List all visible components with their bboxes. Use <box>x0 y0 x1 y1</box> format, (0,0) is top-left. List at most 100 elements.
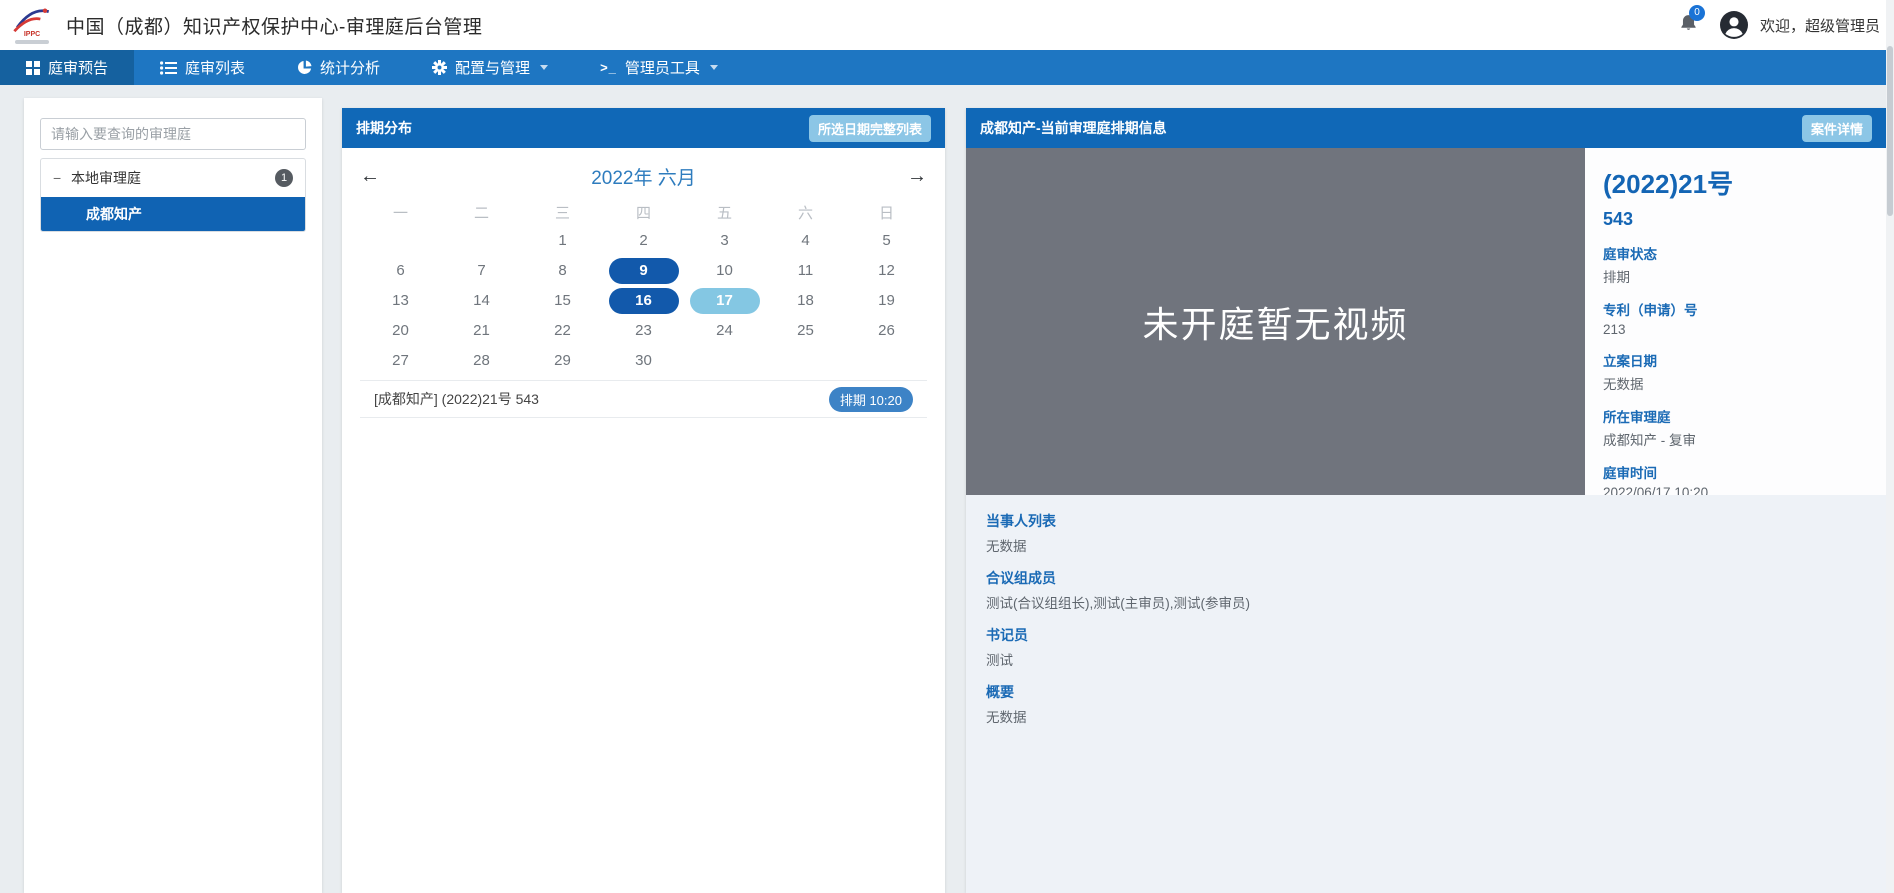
calendar-day[interactable]: 6 <box>366 258 436 284</box>
calendar-empty-cell <box>366 228 436 254</box>
court-panel-title: 成都知产-当前审理庭排期信息 <box>980 118 1167 138</box>
calendar-day[interactable]: 9 <box>609 258 679 284</box>
tree-root-label: 本地审理庭 <box>71 168 141 188</box>
field-label: 书记员 <box>986 625 1866 645</box>
courtroom-sidebar: − 本地审理庭 1 成都知产 <box>24 98 322 893</box>
case-info-sidebar: (2022)21号 543 庭审状态排期专利（申请）号213立案日期无数据所在审… <box>1585 148 1886 495</box>
tab-admin-tools[interactable]: >_管理员工具 <box>574 50 744 85</box>
calendar-empty-cell <box>447 228 517 254</box>
welcome-text: 欢迎，超级管理员 <box>1760 15 1880 36</box>
calendar-grid: 1234567891011121314151617181920212223242… <box>360 226 927 376</box>
calendar-day[interactable]: 1 <box>528 228 598 254</box>
field-value: 无数据 <box>986 535 1866 555</box>
gear-icon <box>432 60 447 75</box>
calendar-day[interactable]: 20 <box>366 318 436 344</box>
calendar-empty-cell <box>690 348 760 374</box>
calendar-day[interactable]: 21 <box>447 318 517 344</box>
calendar-day[interactable]: 23 <box>609 318 679 344</box>
calendar-day[interactable]: 3 <box>690 228 760 254</box>
calendar-day[interactable]: 25 <box>771 318 841 344</box>
calendar-day[interactable]: 4 <box>771 228 841 254</box>
logo-subtext-decoration <box>15 40 49 44</box>
calendar-day[interactable]: 28 <box>447 348 517 374</box>
scrollbar-thumb[interactable] <box>1887 46 1893 216</box>
calendar-day[interactable]: 19 <box>852 288 922 314</box>
weekday-label: 日 <box>879 202 894 223</box>
field-value: 无数据 <box>1603 373 1868 393</box>
chevron-down-icon <box>710 65 718 70</box>
calendar-empty-cell <box>852 348 922 374</box>
calendar-day[interactable]: 14 <box>447 288 517 314</box>
notifications-button[interactable]: 0 <box>1679 13 1698 38</box>
calendar-weekday-row: 一二三四五六日 <box>360 198 927 226</box>
calendar-month-title: 2022年 六月 <box>360 163 927 190</box>
main-nav: 庭审预告 庭审列表 统计分析 配置与管理 >_管理员工具 <box>0 50 1894 85</box>
field-label: 所在审理庭 <box>1603 406 1868 426</box>
calendar-day[interactable]: 10 <box>690 258 760 284</box>
tab-court-list[interactable]: 庭审列表 <box>134 50 271 85</box>
calendar-empty-cell <box>771 348 841 374</box>
calendar-day[interactable]: 18 <box>771 288 841 314</box>
schedule-time-badge: 排期 10:20 <box>829 387 913 412</box>
calendar-day[interactable]: 24 <box>690 318 760 344</box>
weekday-label: 二 <box>474 202 489 223</box>
calendar-day[interactable]: 12 <box>852 258 922 284</box>
tree-item-local-courts[interactable]: − 本地审理庭 1 <box>41 159 305 197</box>
schedule-panel-title: 排期分布 <box>356 118 412 138</box>
app-header: IPPC 中国（成都）知识产权保护中心-审理庭后台管理 0 欢迎，超级管理员 <box>0 0 1894 50</box>
weekday-label: 六 <box>798 202 813 223</box>
calendar-day[interactable]: 2 <box>609 228 679 254</box>
field-value: 无数据 <box>986 706 1866 726</box>
calendar-day[interactable]: 29 <box>528 348 598 374</box>
full-date-list-button[interactable]: 所选日期完整列表 <box>809 115 931 142</box>
calendar-day[interactable]: 22 <box>528 318 598 344</box>
calendar-day[interactable]: 5 <box>852 228 922 254</box>
case-code: 543 <box>1603 209 1868 230</box>
nav-item-label: 庭审列表 <box>185 57 245 78</box>
case-number: (2022)21号 <box>1603 164 1868 201</box>
schedule-panel-header: 排期分布 所选日期完整列表 <box>342 108 945 148</box>
case-detail-button[interactable]: 案件详情 <box>1802 115 1872 142</box>
collapse-icon[interactable]: − <box>53 170 71 186</box>
nav-item-label: 庭审预告 <box>48 57 108 78</box>
tree-item-chengdu-ip[interactable]: 成都知产 <box>41 197 305 231</box>
user-avatar[interactable] <box>1720 11 1748 39</box>
field-value: 排期 <box>1603 266 1868 286</box>
calendar-day[interactable]: 16 <box>609 288 679 314</box>
field-value: 成都知产 - 复审 <box>1603 429 1868 449</box>
calendar-day[interactable]: 13 <box>366 288 436 314</box>
schedule-list-item[interactable]: [成都知产] (2022)21号 543 排期 10:20 <box>360 380 927 418</box>
court-panel-header: 成都知产-当前审理庭排期信息 案件详情 <box>966 108 1886 148</box>
current-court-panel: 成都知产-当前审理庭排期信息 案件详情 未开庭暂无视频 (2022)21号 54… <box>966 108 1886 893</box>
notification-count-badge: 0 <box>1689 5 1705 21</box>
weekday-label: 三 <box>555 202 570 223</box>
calendar-day[interactable]: 11 <box>771 258 841 284</box>
calendar-day[interactable]: 27 <box>366 348 436 374</box>
calendar-day[interactable]: 17 <box>690 288 760 314</box>
field-label: 概要 <box>986 682 1866 702</box>
count-badge: 1 <box>275 169 293 187</box>
courtroom-search-input[interactable] <box>40 118 306 150</box>
calendar-day[interactable]: 15 <box>528 288 598 314</box>
schedule-item-text: [成都知产] (2022)21号 543 <box>374 389 539 409</box>
weekday-label: 一 <box>393 202 408 223</box>
field-value: 测试 <box>986 649 1866 669</box>
tab-config-management[interactable]: 配置与管理 <box>406 50 574 85</box>
calendar-day[interactable]: 26 <box>852 318 922 344</box>
nav-item-label: 配置与管理 <box>455 57 530 78</box>
court-video-placeholder: 未开庭暂无视频 <box>966 148 1585 495</box>
field-label: 庭审时间 <box>1603 462 1868 482</box>
tab-court-preview[interactable]: 庭审预告 <box>0 50 134 85</box>
schedule-panel: 排期分布 所选日期完整列表 ← 2022年 六月 → 一二三四五六日 12345… <box>342 108 945 893</box>
bell-icon <box>1679 20 1698 37</box>
field-label: 当事人列表 <box>986 511 1866 531</box>
weekday-label: 四 <box>636 202 651 223</box>
calendar-day[interactable]: 7 <box>447 258 517 284</box>
no-video-text: 未开庭暂无视频 <box>1142 296 1408 348</box>
tab-statistics[interactable]: 统计分析 <box>271 50 406 85</box>
page-scrollbar[interactable] <box>1886 0 1894 893</box>
pie-chart-icon <box>297 60 312 75</box>
calendar-day[interactable]: 30 <box>609 348 679 374</box>
calendar-day[interactable]: 8 <box>528 258 598 284</box>
terminal-icon: >_ <box>600 60 617 75</box>
